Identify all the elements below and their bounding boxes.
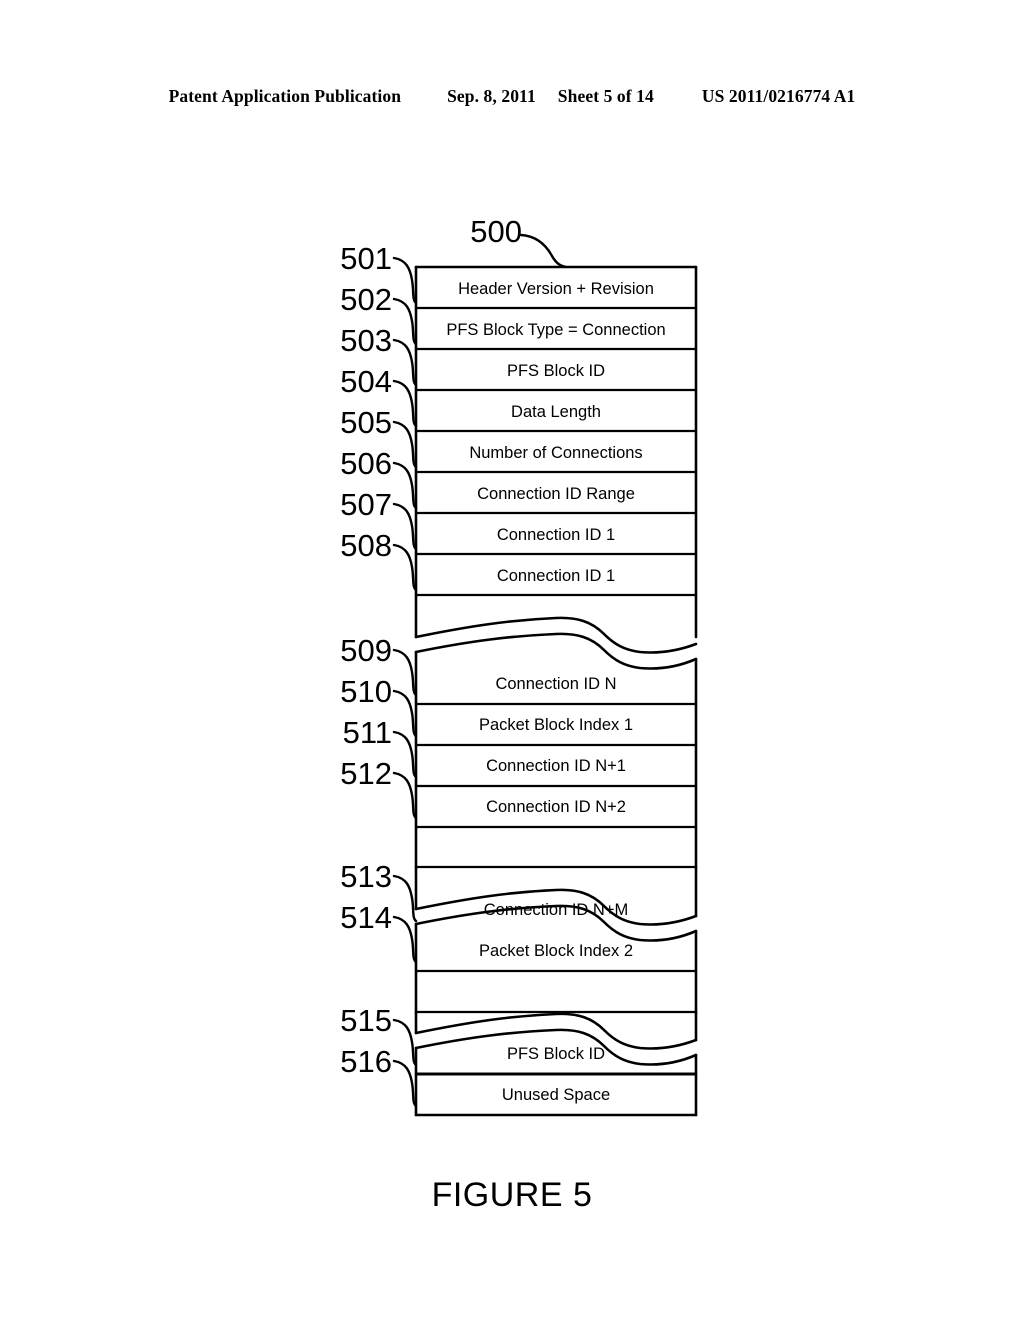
leader-512 (392, 771, 418, 820)
block-row-515: PFS Block ID (506, 1045, 606, 1063)
ref-numeral-511: 511 (342, 715, 392, 750)
break-3-upper-curve (414, 1012, 698, 1050)
ref-numeral-502: 502 (340, 282, 392, 317)
block-row-510: Packet Block Index 1 (478, 716, 634, 734)
block-row-504: Data Length (511, 403, 601, 421)
block-row-514: Packet Block Index 2 (478, 942, 634, 960)
leader-502 (392, 297, 418, 346)
diagram-vector-layer (392, 233, 698, 1117)
block-row-502: PFS Block Type = Connection (446, 321, 666, 339)
leader-516 (392, 1059, 418, 1108)
figure-5-diagram: 500 501 502 503 504 505 506 507 508 509 … (0, 0, 1024, 1320)
leader-514 (392, 915, 418, 964)
leader-505 (392, 420, 418, 469)
leader-515 (392, 1018, 418, 1067)
leader-501 (392, 256, 418, 305)
block-row-512: Connection ID N+2 (486, 798, 626, 816)
ref-numeral-503: 503 (340, 323, 392, 358)
block-row-513: Connection ID N+M (483, 901, 629, 919)
ref-numeral-516: 516 (340, 1044, 392, 1079)
block-row-511: Connection ID N+1 (486, 757, 626, 775)
figure-caption: FIGURE 5 (431, 1176, 593, 1214)
leader-511 (392, 730, 418, 779)
ref-numeral-510: 510 (340, 674, 392, 709)
ref-numeral-509: 509 (340, 633, 392, 668)
leader-500 (519, 233, 568, 269)
ref-numeral-512: 512 (340, 756, 392, 791)
ref-numeral-508: 508 (340, 528, 392, 563)
block-row-506: Connection ID Range (477, 485, 635, 503)
ref-numeral-513: 513 (340, 859, 392, 894)
ref-numeral-506: 506 (340, 446, 392, 481)
leader-513 (392, 874, 418, 923)
leader-508 (392, 543, 418, 592)
block-row-505: Number of Connections (469, 444, 643, 462)
break-1-upper-curve (414, 616, 698, 654)
leader-504 (392, 379, 418, 428)
ref-numeral-515: 515 (340, 1003, 392, 1038)
block-group-lower (414, 922, 698, 1015)
block-row-516: Unused Space (501, 1086, 611, 1104)
break-1-lower-curve (414, 632, 698, 670)
leader-510 (392, 689, 418, 738)
ref-numeral-505: 505 (340, 405, 392, 440)
block-row-503: PFS Block ID (506, 362, 606, 380)
ref-numeral-501: 501 (340, 241, 392, 276)
leader-509 (392, 648, 418, 697)
block-row-508: Connection ID 1 (496, 567, 616, 585)
leader-507 (392, 502, 418, 551)
ref-numeral-507: 507 (340, 487, 392, 522)
break-squiggle-1 (414, 616, 698, 670)
leader-506 (392, 461, 418, 510)
ref-numeral-500: 500 (470, 214, 522, 249)
block-row-501: Header Version + Revision (458, 280, 654, 298)
block-row-509: Connection ID N (495, 675, 617, 693)
ref-numeral-504: 504 (340, 364, 392, 399)
leader-503 (392, 338, 418, 387)
ref-numeral-514: 514 (340, 900, 392, 935)
block-row-507: Connection ID 1 (496, 526, 616, 544)
